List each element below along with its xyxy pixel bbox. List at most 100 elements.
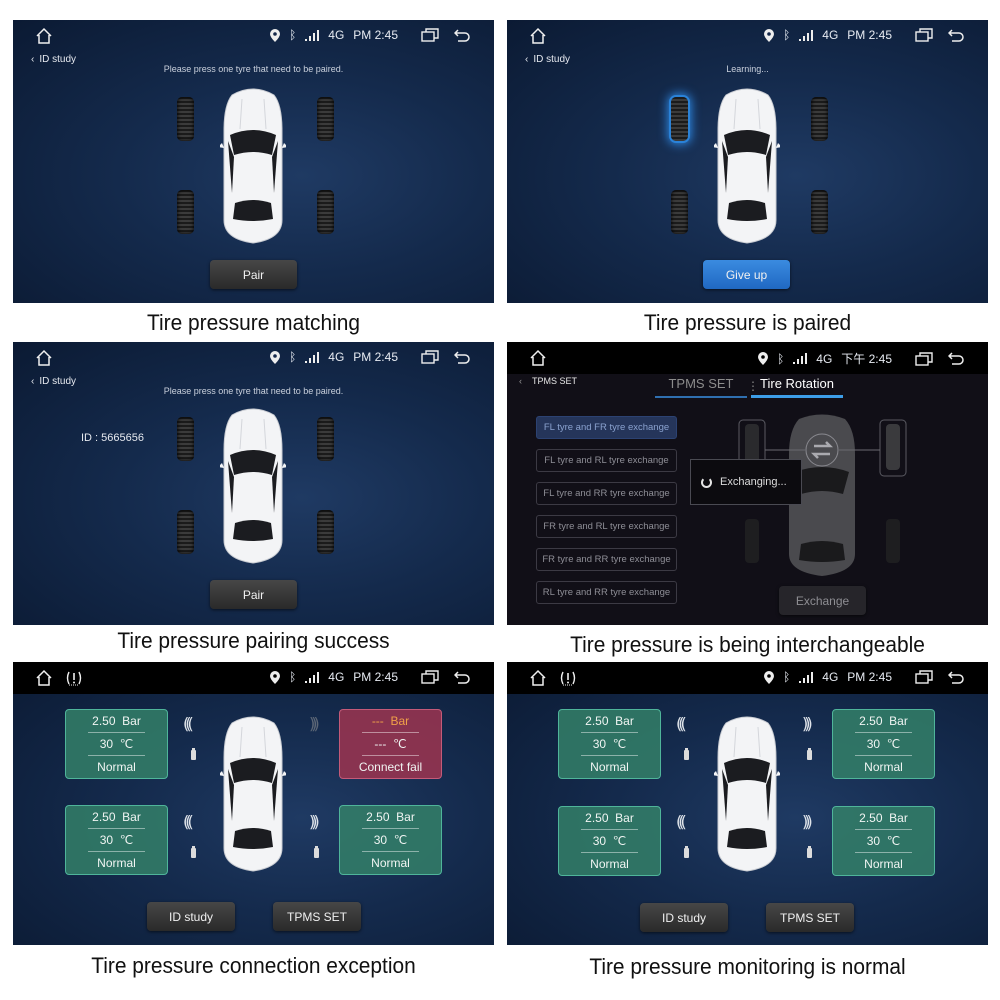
tire-front-right[interactable] [317,417,334,461]
recent-apps-icon[interactable] [421,28,439,42]
home-icon[interactable] [35,669,53,687]
status-bar: ᛒ 4G PM 2:45 [507,662,988,694]
tab-tire-rotation[interactable]: Tire Rotation [751,376,843,398]
home-icon[interactable] [529,669,547,687]
option-rl-rr-exchange[interactable]: RL tyre and RR tyre exchange [536,581,677,604]
bluetooth-icon: ᛒ [289,670,297,684]
location-icon [270,670,281,684]
recent-apps-icon[interactable] [915,670,933,684]
car-top-view [714,85,780,245]
signal-icon [793,353,808,364]
back-arrow-icon[interactable] [454,350,470,364]
option-fl-fr-exchange[interactable]: FL tyre and FR tyre exchange [536,416,677,439]
battery-icon [314,846,319,858]
clock: 下午 2:45 [841,352,892,366]
status-bar: ᛒ 4G PM 2:45 [507,20,988,52]
back-link-tpms-set[interactable]: ‹ TPMS SET [519,376,577,386]
tire-card-front-right: 2.50 Bar 30 ℃ Normal [832,709,935,779]
signal-icon [305,671,320,683]
option-fl-rr-exchange[interactable]: FL tyre and RR tyre exchange [536,482,677,505]
back-arrow-icon[interactable] [948,670,964,684]
tpms-warning-icon [559,669,577,687]
tire-rear-right[interactable] [317,510,334,554]
tire-front-right[interactable] [811,97,828,141]
back-arrow-icon[interactable] [454,28,470,42]
tire-rear-left[interactable] [177,510,194,554]
recent-apps-icon[interactable] [915,351,933,366]
temperature-readout: 30 ℃ [833,733,934,756]
exchange-button[interactable]: Exchange [779,586,866,615]
tire-rear-left[interactable] [177,190,194,234]
signal-waves-left-icon: ((( [183,714,194,733]
paired-sensor-id: ID : 5665656 [81,432,144,444]
loading-spinner-icon [701,476,712,488]
pressure-readout: 2.50 Bar [66,710,167,733]
panel-tire-rotation: ᛒ 4G 下午 2:45 ‹ TPMS SET TPMS SET ⋮ Tire … [507,342,988,625]
swap-icon [805,433,839,467]
bluetooth-icon: ᛒ [289,350,297,364]
clock: PM 2:45 [847,28,892,42]
option-fr-rl-exchange[interactable]: FR tyre and RL tyre exchange [536,515,677,538]
location-icon [270,28,281,42]
tire-rear-left[interactable] [671,190,688,234]
temperature-readout: 30 ℃ [559,830,660,853]
caption: Tire pressure connection exception [91,953,416,978]
option-fl-rl-exchange[interactable]: FL tyre and RL tyre exchange [536,449,677,472]
recent-apps-icon[interactable] [915,28,933,42]
tire-front-left-selected[interactable] [671,97,688,141]
status-bar: ᛒ 4G PM 2:45 [13,342,494,374]
panel-pairing-success: ᛒ 4G PM 2:45 ‹ ID study Please press one… [13,342,494,625]
bluetooth-icon: ᛒ [783,670,791,684]
tire-status: Normal [97,856,136,870]
clock: PM 2:45 [353,350,398,364]
location-icon [764,670,775,684]
network-type: 4G [328,28,345,42]
id-study-button[interactable]: ID study [147,902,235,931]
battery-icon [807,748,812,760]
signal-icon [799,671,814,683]
tire-front-left[interactable] [177,417,194,461]
pressure-readout: 2.50 Bar [66,806,167,829]
tire-front-right[interactable] [317,97,334,141]
id-study-button[interactable]: ID study [640,903,728,932]
pressure-readout: 2.50 Bar [833,710,934,733]
tab-tpms-set[interactable]: TPMS SET [655,376,747,398]
tpms-set-button[interactable]: TPMS SET [273,902,361,931]
pressure-readout: 2.50 Bar [340,806,441,829]
tire-rear-right[interactable] [811,190,828,234]
pair-button[interactable]: Pair [210,580,297,609]
battery-icon [684,846,689,858]
battery-icon [191,748,196,760]
tire-rear-right[interactable] [317,190,334,234]
signal-icon [305,351,320,363]
give-up-button[interactable]: Give up [703,260,790,289]
tire-status: Normal [371,856,410,870]
tire-card-rear-right: 2.50 Bar 30 ℃ Normal [339,805,442,875]
battery-icon [191,846,196,858]
caption: Tire pressure pairing success [117,628,390,653]
temperature-readout: 30 ℃ [66,733,167,756]
home-icon[interactable] [529,349,547,367]
home-icon[interactable] [529,27,547,45]
back-arrow-icon[interactable] [948,352,964,365]
car-top-view [220,712,286,874]
pressure-readout: 2.50 Bar [559,807,660,830]
recent-apps-icon[interactable] [421,350,439,364]
option-fr-rr-exchange[interactable]: FR tyre and RR tyre exchange [536,548,677,571]
pair-button[interactable]: Pair [210,260,297,289]
location-icon [270,350,281,364]
network-type: 4G [816,351,833,366]
tpms-set-button[interactable]: TPMS SET [766,903,854,932]
tire-status: Normal [97,760,136,774]
back-arrow-icon[interactable] [454,670,470,684]
network-type: 4G [822,28,839,42]
home-icon[interactable] [35,27,53,45]
home-icon[interactable] [35,349,53,367]
recent-apps-icon[interactable] [421,670,439,684]
back-arrow-icon[interactable] [948,28,964,42]
exchange-options-list: FL tyre and FR tyre exchange FL tyre and… [536,416,677,604]
status-bar: ᛒ 4G PM 2:45 [13,662,494,694]
tire-front-left[interactable] [177,97,194,141]
caption: Tire pressure is paired [643,310,852,335]
panel-monitoring-normal: ᛒ 4G PM 2:45 2.50 Bar 30 ℃ Normal 2.50 B… [507,662,988,945]
